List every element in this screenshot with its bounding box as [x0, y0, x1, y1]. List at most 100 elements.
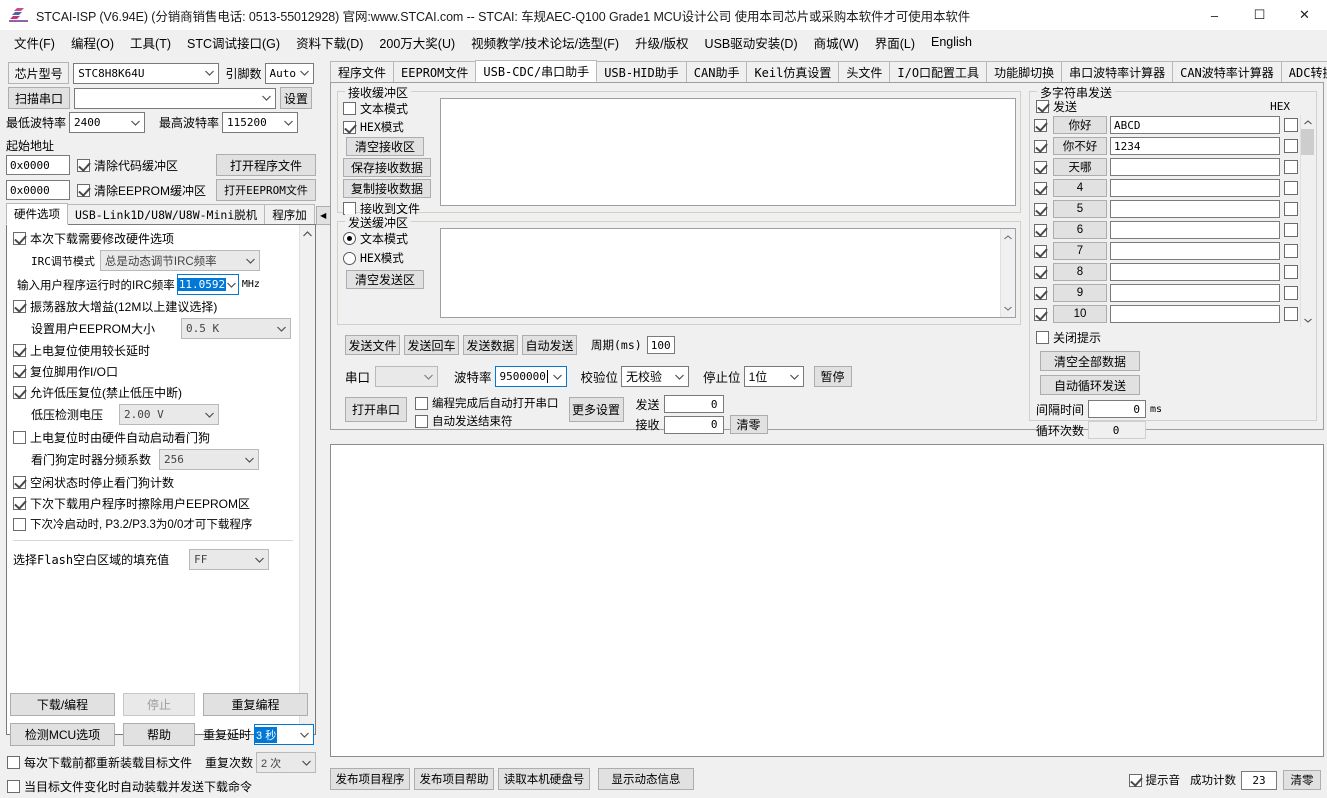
multi-string-send-button-9[interactable]: 10 [1053, 305, 1107, 323]
download-program-button[interactable]: 下载/编程 [10, 693, 115, 716]
scroll-up-icon[interactable] [1001, 229, 1015, 246]
eeprom-size-select[interactable]: 0.5 K [181, 318, 292, 339]
main-tab-1[interactable]: EEPROM文件 [393, 61, 477, 82]
multi-string-send-button-4[interactable]: 5 [1053, 200, 1107, 218]
multi-string-value-input-6[interactable] [1110, 242, 1280, 260]
multi-string-hex-checkbox-6[interactable] [1284, 244, 1298, 258]
reset-success-count-button[interactable]: 清零 [1283, 770, 1321, 790]
multi-string-hex-checkbox-9[interactable] [1284, 307, 1298, 321]
stopbits-combo[interactable]: 1位 [743, 366, 804, 387]
menu-item-4[interactable]: 资料下载(D) [288, 31, 371, 54]
modify-hw-options-checkbox[interactable]: 本次下载需要修改硬件选项 [13, 230, 297, 247]
multi-string-hex-checkbox-5[interactable] [1284, 223, 1298, 237]
scrollbar-thumb[interactable] [1301, 129, 1314, 155]
idle-stop-watchdog-checkbox[interactable]: 空闲状态时停止看门狗计数 [13, 474, 297, 491]
scroll-down-icon[interactable] [1001, 300, 1015, 317]
publish-project-help-button[interactable]: 发布项目帮助 [414, 768, 494, 790]
multi-string-value-input-7[interactable] [1110, 263, 1280, 281]
power-on-delay-checkbox[interactable]: 上电复位使用较长延时 [13, 342, 297, 359]
show-dynamic-info-button[interactable]: 显示动态信息 [598, 768, 694, 790]
open-eeprom-file-button[interactable]: 打开EEPROM文件 [216, 179, 316, 201]
eeprom-start-address-input[interactable]: 0x0000 [6, 180, 70, 200]
menu-item-0[interactable]: 文件(F) [6, 31, 63, 54]
repeat-count-select[interactable]: 2 次 [256, 752, 316, 773]
settings-button[interactable]: 设置 [280, 87, 312, 109]
multi-string-hex-checkbox-7[interactable] [1284, 265, 1298, 279]
multi-string-send-button-8[interactable]: 9 [1053, 284, 1107, 302]
main-tab-8[interactable]: 功能脚切换 [986, 61, 1063, 82]
serial-port-combo[interactable] [375, 366, 439, 387]
menu-item-7[interactable]: 升级/版权 [627, 31, 696, 54]
multi-string-send-button-3[interactable]: 4 [1053, 179, 1107, 197]
irc-frequency-select[interactable]: 11.0592 [176, 274, 239, 295]
multi-string-value-input-5[interactable] [1110, 221, 1280, 239]
auto-send-terminator-checkbox[interactable]: 自动发送结束符 [415, 413, 559, 429]
multi-string-send-button-0[interactable]: 你好 [1053, 116, 1107, 134]
irc-mode-select[interactable]: 总是动态调节IRC频率 [99, 250, 260, 271]
minimize-button[interactable]: – [1192, 0, 1237, 30]
save-receive-data-button[interactable]: 保存接收数据 [343, 158, 431, 177]
interval-time-input[interactable]: 0 [1088, 400, 1147, 418]
erase-eeprom-next-checkbox[interactable]: 下次下载用户程序时擦除用户EEPROM区 [13, 495, 297, 512]
multi-string-enable-checkbox-6[interactable] [1034, 244, 1051, 258]
send-textarea[interactable] [441, 229, 1000, 317]
multi-string-hex-checkbox-2[interactable] [1284, 160, 1298, 174]
main-tab-10[interactable]: CAN波特率计算器 [1172, 61, 1282, 82]
left-tab-1[interactable]: USB-Link1D/U8W/U8W-Mini脱机 [67, 204, 266, 225]
watchdog-divider-select[interactable]: 256 [159, 449, 260, 470]
baud-rate-combo[interactable]: 9500000 [494, 366, 567, 387]
multi-string-send-button-5[interactable]: 6 [1053, 221, 1107, 239]
main-tab-7[interactable]: I/O口配置工具 [889, 61, 988, 82]
menu-item-1[interactable]: 编程(O) [63, 31, 122, 54]
repeat-program-button[interactable]: 重复编程 [203, 693, 308, 716]
read-disk-id-button[interactable]: 读取本机硬盘号 [498, 768, 590, 790]
main-tab-0[interactable]: 程序文件 [330, 61, 395, 82]
multi-string-enable-checkbox-1[interactable] [1034, 139, 1051, 153]
send-all-checkbox[interactable]: 发送 [1036, 98, 1077, 115]
multi-string-send-button-2[interactable]: 天哪 [1053, 158, 1107, 176]
main-tab-5[interactable]: Keil仿真设置 [746, 61, 840, 82]
serial-port-select[interactable] [74, 87, 276, 109]
parity-combo[interactable]: 无校验 [621, 366, 690, 387]
scrollbar-track[interactable] [300, 242, 315, 717]
main-tab-11[interactable]: ADC转换速度计算 [1280, 61, 1327, 82]
publish-project-program-button[interactable]: 发布项目程序 [330, 768, 410, 790]
multi-string-value-input-9[interactable] [1110, 305, 1280, 323]
multi-string-enable-checkbox-0[interactable] [1034, 118, 1051, 132]
multi-string-enable-checkbox-5[interactable] [1034, 223, 1051, 237]
pause-button[interactable]: 暂停 [813, 366, 852, 387]
multi-string-value-input-8[interactable] [1110, 284, 1280, 302]
scroll-up-icon[interactable] [1301, 115, 1314, 129]
main-tab-2[interactable]: USB-CDC/串口助手 [475, 60, 598, 82]
pin-count-select[interactable]: Auto [264, 62, 314, 84]
multi-string-hex-checkbox-3[interactable] [1284, 181, 1298, 195]
multi-string-enable-checkbox-3[interactable] [1034, 181, 1051, 195]
menu-item-2[interactable]: 工具(T) [122, 31, 179, 54]
send-file-button[interactable]: 发送文件 [345, 335, 400, 355]
multi-string-hex-checkbox-8[interactable] [1284, 286, 1298, 300]
chip-model-select[interactable]: STC8H8K64U [73, 62, 220, 84]
menu-item-6[interactable]: 视频教学/技术论坛/选型(F) [463, 31, 627, 54]
clear-eeprom-buffer-checkbox[interactable]: 清除EEPROM缓冲区 [77, 182, 206, 199]
send-data-button[interactable]: 发送数据 [463, 335, 518, 355]
cold-start-p32-checkbox[interactable]: 下次冷启动时, P3.2/P3.3为0/0才可下载程序 [13, 516, 297, 532]
send-return-button[interactable]: 发送回车 [404, 335, 459, 355]
scroll-down-icon[interactable] [1301, 313, 1314, 327]
multi-string-value-input-0[interactable]: ABCD [1110, 116, 1280, 134]
reset-pin-io-checkbox[interactable]: 复位脚用作I/O口 [13, 363, 297, 380]
close-button[interactable]: ✕ [1282, 0, 1327, 30]
multi-string-enable-checkbox-9[interactable] [1034, 307, 1051, 321]
auto-loop-send-button[interactable]: 自动循环发送 [1040, 375, 1140, 395]
send-period-input[interactable]: 100 [646, 336, 675, 354]
multi-string-value-input-3[interactable] [1110, 179, 1280, 197]
scrollbar-track[interactable] [1001, 246, 1015, 300]
clear-all-data-button[interactable]: 清空全部数据 [1040, 351, 1140, 371]
left-tab-2[interactable]: 程序加 [264, 204, 315, 225]
oscillator-gain-checkbox[interactable]: 振荡器放大增益(12M以上建议选择) [13, 298, 297, 315]
receive-hex-mode-checkbox[interactable]: HEX模式 [343, 119, 453, 135]
multi-string-hex-checkbox-0[interactable] [1284, 118, 1298, 132]
menu-item-8[interactable]: USB驱动安装(D) [697, 31, 806, 54]
copy-receive-data-button[interactable]: 复制接收数据 [343, 179, 431, 198]
scroll-up-icon[interactable] [300, 225, 315, 242]
repeat-delay-select[interactable]: 3 秒 [254, 724, 315, 745]
